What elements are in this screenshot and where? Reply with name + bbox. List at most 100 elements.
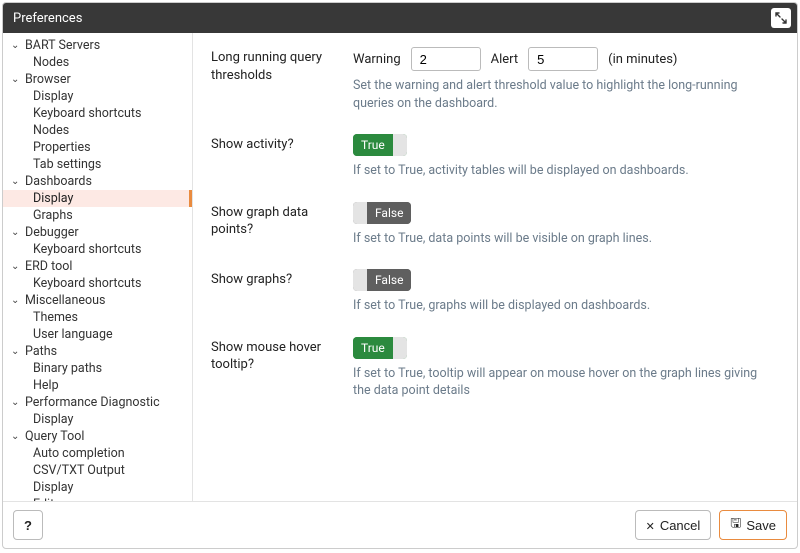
show-mouse-hover-tooltip-toggle[interactable]: True (353, 337, 407, 359)
row-show-graph-data-points: Show graph data points? False If set to … (211, 202, 775, 248)
row-show-mouse-hover-tooltip: Show mouse hover tooltip? True If set to… (211, 337, 775, 400)
tree-node-label: Query Tool (25, 428, 84, 445)
tree-child[interactable]: Binary paths (3, 360, 192, 377)
tree-parent[interactable]: ⌄BART Servers (3, 37, 192, 54)
tree-node-label: Keyboard shortcuts (33, 105, 141, 122)
footer-right: Cancel Save (635, 510, 787, 540)
tree-child[interactable]: Graphs (3, 207, 192, 224)
tree-node-label: Miscellaneous (25, 292, 105, 309)
save-icon (730, 514, 741, 536)
setting-label: Show graphs? (211, 269, 353, 315)
chevron-down-icon: ⌄ (11, 37, 23, 54)
tree-child[interactable]: Nodes (3, 122, 192, 139)
chevron-down-icon: ⌄ (11, 224, 23, 241)
tree-node-label: Themes (33, 309, 78, 326)
chevron-down-icon: ⌄ (11, 258, 23, 275)
expand-button[interactable] (771, 8, 791, 28)
tree-node-label: Editor (33, 496, 65, 501)
setting-label: Long running query thresholds (211, 47, 353, 112)
tree-node-label: Nodes (33, 122, 69, 139)
tree-child[interactable]: Keyboard shortcuts (3, 105, 192, 122)
titlebar: Preferences (3, 3, 797, 33)
setting-body: True If set to True, tooltip will appear… (353, 337, 775, 400)
tree-child[interactable]: Tab settings (3, 156, 192, 173)
tree-node-label: Dashboards (25, 173, 92, 190)
chevron-down-icon: ⌄ (11, 428, 23, 445)
tree-node-label: ERD tool (25, 258, 72, 275)
setting-label: Show activity? (211, 134, 353, 180)
dialog-body: ⌄BART ServersNodes⌄BrowserDisplayKeyboar… (3, 33, 797, 502)
cancel-button[interactable]: Cancel (635, 510, 712, 540)
tree-parent[interactable]: ⌄Miscellaneous (3, 292, 192, 309)
tree-node-label: User language (33, 326, 113, 343)
row-show-graphs: Show graphs? False If set to True, graph… (211, 269, 775, 315)
toggle-wrap: True (353, 337, 775, 359)
tree-child[interactable]: User language (3, 326, 192, 343)
tree-node-label: Tab settings (33, 156, 101, 173)
tree-parent[interactable]: ⌄Query Tool (3, 428, 192, 445)
tree-child[interactable]: Display (3, 411, 192, 428)
tree-node-label: Keyboard shortcuts (33, 241, 141, 258)
preferences-tree[interactable]: ⌄BART ServersNodes⌄BrowserDisplayKeyboar… (3, 33, 193, 501)
setting-hint: If set to True, activity tables will be … (353, 162, 775, 180)
setting-hint: If set to True, data points will be visi… (353, 230, 775, 248)
help-button[interactable]: ? (13, 510, 43, 540)
tree-node-label: Properties (33, 139, 91, 156)
close-icon (646, 518, 655, 533)
save-button[interactable]: Save (719, 510, 787, 540)
chevron-down-icon: ⌄ (11, 173, 23, 190)
tree-child[interactable]: Display (3, 479, 192, 496)
alert-label: Alert (491, 52, 519, 67)
setting-hint: Set the warning and alert threshold valu… (353, 77, 775, 112)
toggle-label: True (353, 134, 393, 156)
tree-child[interactable]: Display (3, 88, 192, 105)
toggle-label: False (367, 269, 411, 291)
show-graph-data-points-toggle[interactable]: False (353, 202, 411, 224)
setting-label: Show mouse hover tooltip? (211, 337, 353, 400)
setting-body: Warning Alert (in minutes) Set the warni… (353, 47, 775, 112)
save-label: Save (746, 518, 776, 533)
setting-body: False If set to True, data points will b… (353, 202, 775, 248)
chevron-down-icon: ⌄ (11, 292, 23, 309)
row-show-activity: Show activity? True If set to True, acti… (211, 134, 775, 180)
units-label: (in minutes) (608, 52, 677, 67)
toggle-wrap: False (353, 202, 775, 224)
dialog-footer: ? Cancel Save (3, 502, 797, 548)
tree-parent[interactable]: ⌄Debugger (3, 224, 192, 241)
setting-hint: If set to True, graphs will be displayed… (353, 297, 775, 315)
chevron-down-icon: ⌄ (11, 343, 23, 360)
tree-parent[interactable]: ⌄ERD tool (3, 258, 192, 275)
show-activity-toggle[interactable]: True (353, 134, 407, 156)
tree-parent[interactable]: ⌄Paths (3, 343, 192, 360)
tree-child[interactable]: Editor (3, 496, 192, 501)
warning-input[interactable] (411, 47, 481, 71)
tree-child[interactable]: Auto completion (3, 445, 192, 462)
tree-node-label: Auto completion (33, 445, 125, 462)
tree-child[interactable]: CSV/TXT Output (3, 462, 192, 479)
tree-child[interactable]: Themes (3, 309, 192, 326)
threshold-controls: Warning Alert (in minutes) (353, 47, 775, 71)
tree-parent[interactable]: ⌄Browser (3, 71, 192, 88)
toggle-knob (353, 269, 367, 291)
warning-label: Warning (353, 52, 401, 67)
tree-parent[interactable]: ⌄Dashboards (3, 173, 192, 190)
toggle-wrap: True (353, 134, 775, 156)
tree-node-label: Display (33, 411, 73, 428)
dialog-title: Preferences (13, 11, 82, 26)
tree-child[interactable]: Keyboard shortcuts (3, 275, 192, 292)
show-graphs-toggle[interactable]: False (353, 269, 411, 291)
setting-label: Show graph data points? (211, 202, 353, 248)
settings-panel: Long running query thresholds Warning Al… (193, 33, 797, 501)
toggle-knob (393, 134, 407, 156)
tree-child[interactable]: Nodes (3, 54, 192, 71)
chevron-down-icon: ⌄ (11, 71, 23, 88)
chevron-down-icon: ⌄ (11, 394, 23, 411)
tree-child[interactable]: Display (3, 190, 192, 207)
tree-node-label: Browser (25, 71, 71, 88)
tree-node-label: Display (33, 88, 73, 105)
tree-child[interactable]: Help (3, 377, 192, 394)
tree-parent[interactable]: ⌄Performance Diagnostic (3, 394, 192, 411)
alert-input[interactable] (528, 47, 598, 71)
tree-child[interactable]: Properties (3, 139, 192, 156)
tree-child[interactable]: Keyboard shortcuts (3, 241, 192, 258)
